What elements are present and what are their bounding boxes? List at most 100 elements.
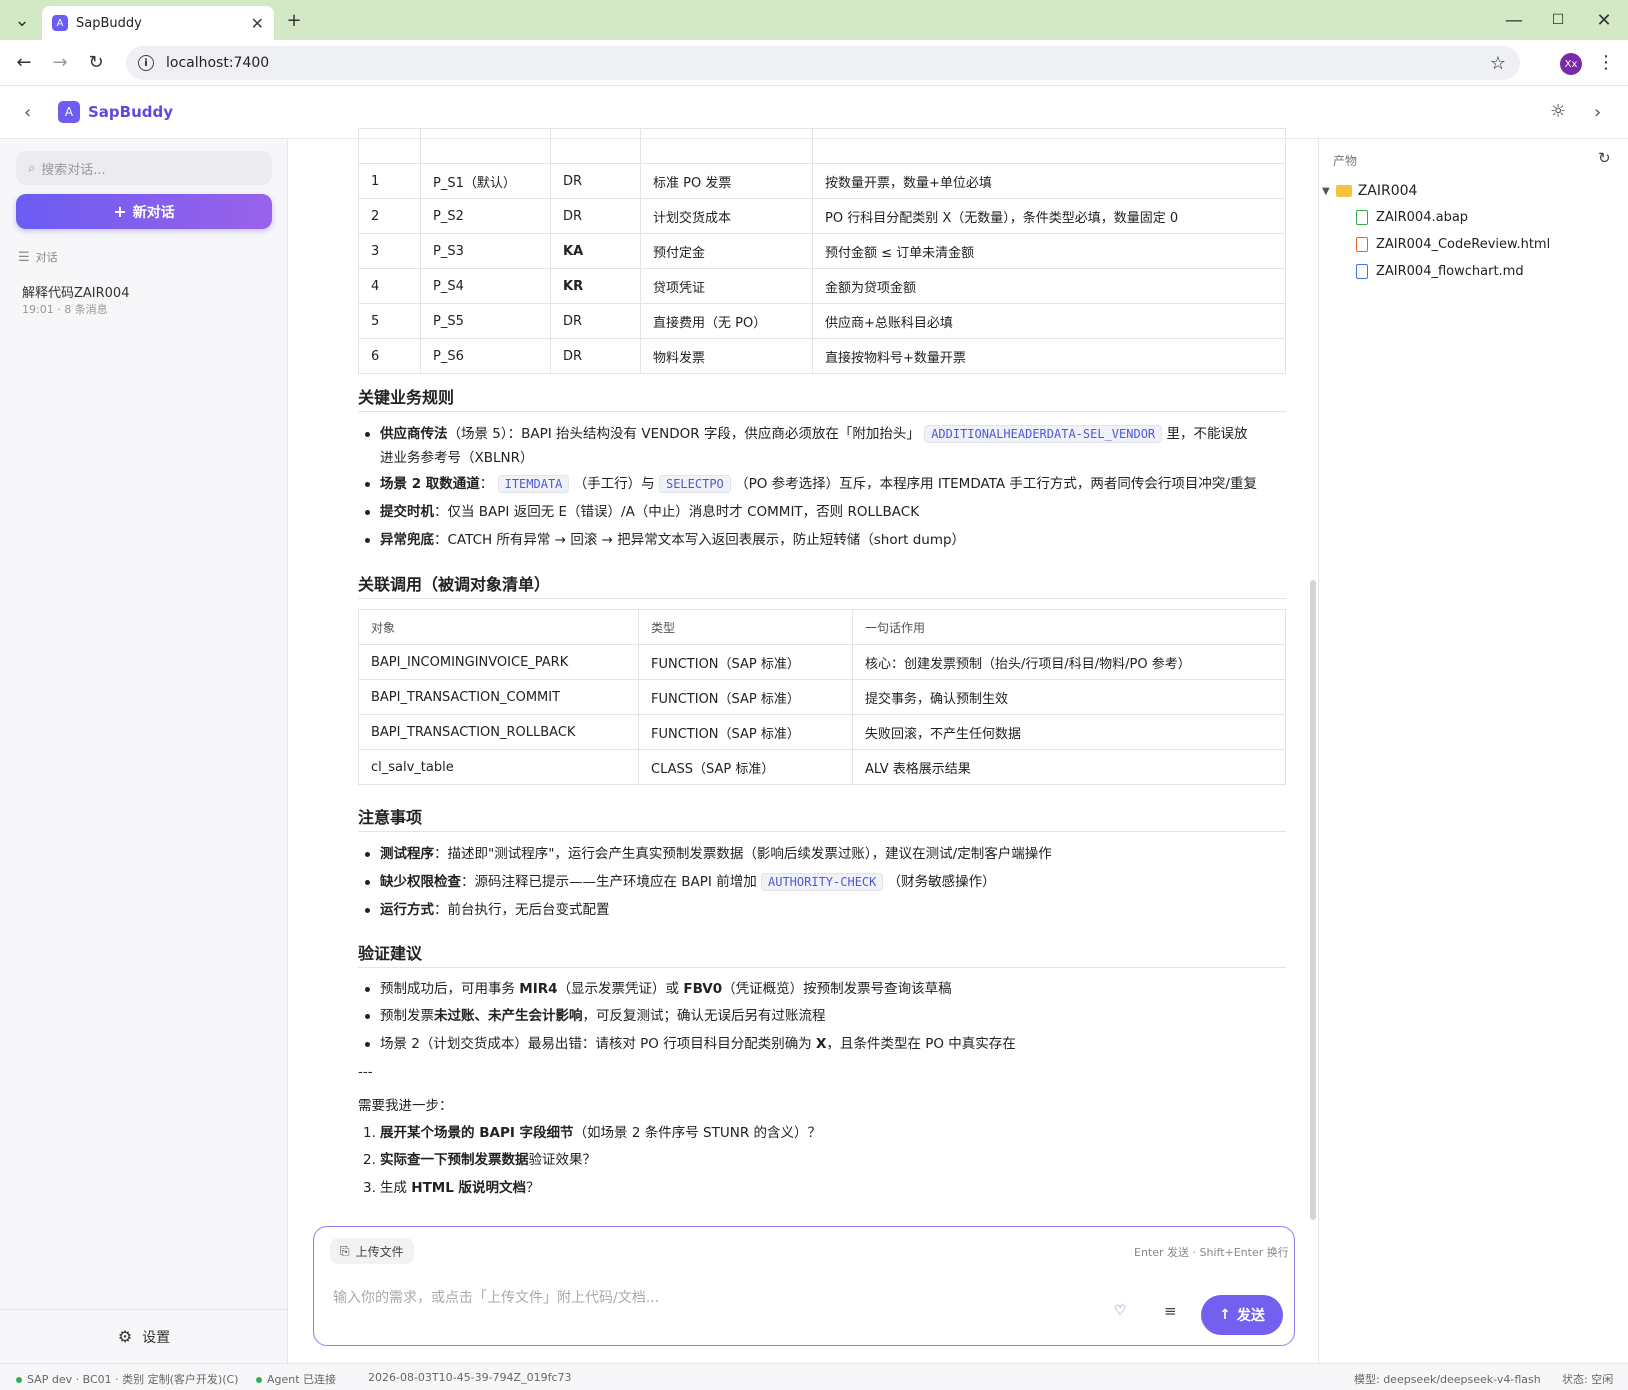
numbered-item: 1. 展开某个场景的 BAPI 字段细节（如场景 2 条件序号 STUNR 的含义… [363,1125,821,1141]
table-cell: 直接费用（无 PO） [640,303,813,339]
table-row: 3 P_S3 KA 预付定金 预付金额 ≤ 订单未清金额 [358,233,1286,269]
file-icon [1356,210,1368,225]
url-text: localhost:7400 [166,55,270,71]
back-icon[interactable]: ← [8,46,40,78]
divider [358,598,1286,599]
file-node[interactable]: ZAIR004_flowchart.md [1356,264,1524,279]
column-header: 对象 [358,609,639,645]
collapse-sidebar-icon[interactable]: ‹ [24,102,31,123]
table-row: BAPI_TRANSACTION_COMMIT FUNCTION（SAP 标准）提… [358,679,1286,715]
table-cell: P_S5 [420,303,551,339]
divider [358,967,1286,968]
new-chat-label: 新对话 [132,204,175,221]
search-input[interactable]: ⌕ 搜索对话... [16,151,272,185]
status-bar: SAP dev · BC01 · 类别 定制(客户开发)(C) Agent 已连… [0,1363,1628,1390]
agent-status: Agent 已连接 [256,1371,336,1387]
column-header: 一句话作用 [852,609,1286,645]
table-row [358,128,1286,164]
browser-tab[interactable]: A SapBuddy ✕ [42,6,274,40]
reload-icon[interactable]: ↻ [80,46,112,78]
maximize-icon[interactable]: ☐ [1542,4,1574,36]
profile-avatar[interactable]: Xx [1560,53,1582,75]
numbered-item: 2. 实际查一下预制发票数据验证效果？ [363,1152,596,1168]
close-tab-icon[interactable]: ✕ [251,14,264,33]
table-row: BAPI_INCOMINGINVOICE_PARK FUNCTION（SAP 标准… [358,644,1286,680]
caret-down-icon[interactable]: ▼ [1322,186,1330,197]
state-info: 状态: 空闲 [1562,1373,1614,1386]
table-row: 4 P_S4 KR 贷项凭证 金额为贷项金额 [358,268,1286,304]
send-button[interactable]: ↑ 发送 [1201,1295,1283,1335]
refresh-icon[interactable]: ↻ [1598,149,1611,167]
table-cell: 物料发票 [640,338,813,374]
divider [358,831,1286,832]
table-cell: 金额为贷项金额 [812,268,1286,304]
table-row: 2 P_S2 DR 计划交货成本 PO 行科目分配类别 X（无数量），条件类型必填，数量… [358,198,1286,234]
table-cell: FUNCTION（SAP 标准） [638,679,853,715]
list-item: 提交时机：仅当 BAPI 返回无 E（错误）/A（中止）消息时才 COMMIT，… [365,500,1285,524]
table-cell: FUNCTION（SAP 标准） [638,714,853,750]
table-cell: 4 [358,268,421,304]
table-cell: 供应商+总账科目必填 [812,303,1286,339]
table-cell: P_S1（默认） [420,163,551,199]
tab-search-icon[interactable]: ⌄ [6,4,38,36]
minimize-icon[interactable]: — [1498,4,1530,36]
model-info: 模型: deepseek/deepseek-v4-flash [1354,1373,1541,1386]
list-item: 预制发票未过账、未产生会计影响，可反复测试；确认无误后另有过账流程 [365,1004,1285,1028]
table-row: 5 P_S5 DR 直接费用（无 PO） 供应商+总账科目必填 [358,303,1286,339]
section-heading-notes: 注意事项 [358,808,423,827]
new-tab-icon[interactable]: + [278,4,310,36]
bookmark-star-icon[interactable]: ☆ [1490,53,1506,74]
next-step-prompt: 需要我进一步： [358,1098,453,1114]
conversation-item-title[interactable]: 解释代码ZAIR004 [22,282,129,301]
table-row: BAPI_TRANSACTION_ROLLBACK FUNCTION（SAP 标准… [358,714,1286,750]
table-cell: 提交事务，确认预制生效 [852,679,1286,715]
chat-scrollbar[interactable] [1310,580,1316,1220]
new-chat-button[interactable]: + 新对话 [16,194,272,229]
list-format-icon[interactable]: ≡ [1164,1302,1177,1320]
table-cell: BAPI_TRANSACTION_COMMIT [358,679,639,715]
table-cell: 按数量开票，数量+单位必填 [812,163,1286,199]
table-cell: 预付定金 [640,233,813,269]
list-item: 异常兜底：CATCH 所有异常 → 回滚 → 把异常文本写入返回表展示，防止短转… [365,528,1285,552]
app-favicon: A [52,15,68,31]
list-icon: ☰ [18,250,30,265]
expand-panel-icon[interactable]: › [1594,102,1601,123]
upload-file-button[interactable]: ⎘ 上传文件 [330,1238,414,1264]
settings-button[interactable]: ⚙ 设置 [0,1309,288,1363]
browser-menu-icon[interactable]: ⋮ [1590,46,1622,78]
artifacts-panel [1318,139,1628,1363]
markdown-hr-text: --- [358,1064,373,1080]
table-header-row: 对象 类型 一句话作用 [358,609,1286,645]
table-cell: DR [550,163,641,199]
table-cell: 2 [358,198,421,234]
lightbulb-icon[interactable]: ♡ [1114,1303,1127,1319]
file-node[interactable]: ZAIR004.abap [1356,210,1468,225]
theme-toggle-icon[interactable]: ☼ [1550,101,1566,122]
table-cell: 预付金额 ≤ 订单未清金额 [812,233,1286,269]
table-cell: KA [550,233,641,269]
table-cell: KR [550,268,641,304]
conversations-section-label: ☰ 对话 [18,250,58,265]
send-label: 发送 [1236,1308,1265,1324]
table-cell: DR [550,303,641,339]
url-field[interactable]: i localhost:7400 ☆ [126,46,1520,80]
site-info-icon[interactable]: i [138,55,154,71]
list-item: 运行方式：前台执行，无后台变式配置 [365,898,1285,922]
table-cell: PO 行科目分配类别 X（无数量），条件类型必填，数量固定 0 [812,198,1286,234]
table-cell: 1 [358,163,421,199]
folder-node[interactable]: ▼ ZAIR004 [1322,183,1417,199]
table-cell: ALV 表格展示结果 [852,749,1286,785]
folder-name: ZAIR004 [1357,183,1418,199]
table-cell: P_S4 [420,268,551,304]
close-window-icon[interactable]: ✕ [1588,4,1620,36]
table-cell: BAPI_TRANSACTION_ROLLBACK [358,714,639,750]
message-input[interactable]: 输入你的需求，或点击「上传文件」附上代码/文档... [333,1287,659,1307]
file-node[interactable]: ZAIR004_CodeReview.html [1356,237,1550,252]
folder-icon [1335,185,1352,197]
table-cell: 核心：创建发票预制（抬头/行项目/科目/物料/PO 参考） [852,644,1286,680]
list-item: 场景 2 取数通道： ITEMDATA （手工行）与 SELECTPO （PO … [365,472,1285,496]
conversation-item-meta: 19:01 · 8 条消息 [22,303,108,316]
table-row: 1 P_S1（默认） DR 标准 PO 发票 按数量开票，数量+单位必填 [358,163,1286,199]
table-cell: cl_salv_table [358,749,639,785]
forward-icon[interactable]: → [44,46,76,78]
